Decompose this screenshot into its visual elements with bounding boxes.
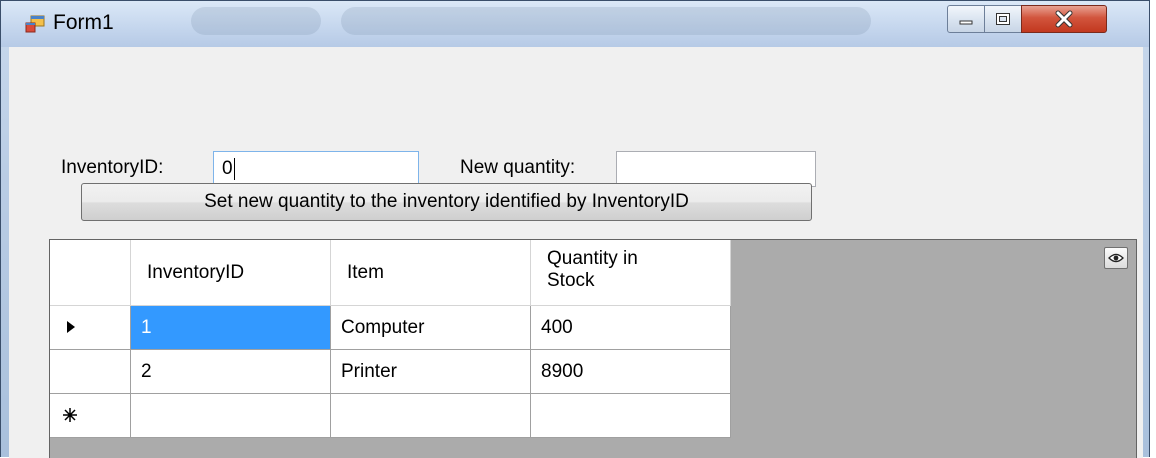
text-caret [233,158,235,180]
grid-top-left-header[interactable] [50,240,131,306]
row-header[interactable] [50,394,131,438]
minimize-icon [959,20,973,25]
title-bar-blur [191,7,321,35]
grid-options-button[interactable] [1104,247,1128,269]
column-header-quantity[interactable]: Quantity in Stock [531,240,731,306]
grid-cell[interactable]: 2 [131,350,331,394]
form-client-area: InventoryID: 0 New quantity: Set new qua… [9,47,1143,458]
grid-cell[interactable]: Printer [331,350,531,394]
inventory-id-label: InventoryID: [61,157,164,178]
title-bar-blur [341,7,871,35]
close-button[interactable] [1021,5,1107,33]
column-header-inventoryid[interactable]: InventoryID [131,240,331,306]
close-icon [1055,10,1073,28]
eye-icon [1108,253,1124,263]
column-header-item[interactable]: Item [331,240,531,306]
inventory-data-grid[interactable]: InventoryID Item Quantity in Stock 1 Com… [49,239,1137,458]
grid-cell[interactable]: 400 [531,306,731,350]
maximize-icon [996,13,1010,25]
grid-cell[interactable] [331,394,531,438]
set-new-quantity-button[interactable]: Set new quantity to the inventory identi… [81,183,812,221]
grid-cell[interactable] [531,394,731,438]
form-app-icon [25,15,45,33]
new-quantity-label: New quantity: [460,157,576,178]
inventory-id-value: 0 [222,158,233,179]
window-title: Form1 [53,11,114,34]
new-quantity-input[interactable] [616,151,816,187]
maximize-button[interactable] [984,5,1022,33]
row-header[interactable] [50,350,131,394]
title-bar[interactable]: Form1 [1,1,1149,47]
form1-window: Form1 InventoryID: 0 New quantity: Set n… [0,0,1150,458]
inventory-id-input[interactable]: 0 [213,151,419,187]
grid-cell[interactable] [131,394,331,438]
grid-cell[interactable]: Computer [331,306,531,350]
row-header[interactable] [50,306,131,350]
new-row-asterisk-icon [63,408,77,422]
minimize-button[interactable] [947,5,985,33]
grid-cell[interactable]: 8900 [531,350,731,394]
grid-cell[interactable]: 1 [131,306,331,350]
current-row-arrow-icon [67,321,75,333]
